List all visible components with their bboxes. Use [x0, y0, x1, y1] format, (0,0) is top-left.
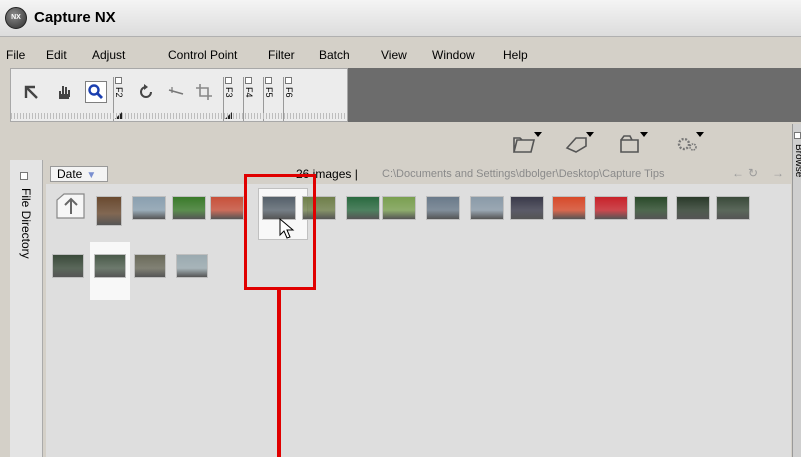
sidebar-label: File Directory	[19, 188, 33, 259]
f3-key-label: F3	[224, 87, 234, 98]
rotate-icon[interactable]	[135, 81, 157, 103]
dropdown-arrow-icon[interactable]	[586, 132, 594, 137]
menu-control-point[interactable]: Control Point	[168, 48, 237, 62]
panel-toggle-icon[interactable]	[20, 172, 28, 180]
f4-key-label: F4	[244, 87, 254, 98]
image-thumbnail[interactable]	[346, 196, 380, 220]
browser-action-bar	[490, 124, 720, 164]
gear-icon[interactable]	[674, 132, 704, 158]
image-thumbnail[interactable]	[132, 196, 166, 220]
highlight-annotation-line	[277, 290, 281, 457]
image-thumbnail[interactable]	[176, 254, 208, 278]
sort-dropdown[interactable]: Date ▼	[50, 166, 108, 182]
image-thumbnail[interactable]	[210, 196, 244, 220]
menu-bar: File Edit Adjust Control Point Filter Ba…	[0, 45, 801, 65]
menu-adjust[interactable]: Adjust	[92, 48, 125, 62]
image-thumbnail[interactable]	[172, 196, 206, 220]
app-logo-icon: NX	[5, 7, 27, 29]
panel-toggle-icon[interactable]	[225, 77, 232, 84]
image-thumbnail[interactable]	[634, 196, 668, 220]
folder-path: C:\Documents and Settings\dbolger\Deskto…	[382, 168, 665, 180]
image-thumbnail[interactable]	[676, 196, 710, 220]
tool-palette: F2 F3 F4 F5 F6	[10, 68, 348, 122]
menu-batch[interactable]: Batch	[319, 48, 350, 62]
zoom-icon[interactable]	[85, 81, 107, 103]
crop-icon[interactable]	[193, 81, 215, 103]
menu-help[interactable]: Help	[503, 48, 528, 62]
sort-label: Date	[57, 167, 83, 181]
f5-key-label: F5	[264, 87, 274, 98]
dropdown-arrow-icon[interactable]	[696, 132, 704, 137]
menu-window[interactable]: Window	[432, 48, 475, 62]
file-directory-sidebar[interactable]: File Directory	[10, 160, 43, 457]
hand-icon[interactable]	[53, 81, 75, 103]
image-thumbnail[interactable]	[470, 196, 504, 220]
menu-edit[interactable]: Edit	[46, 48, 67, 62]
forward-arrow-icon[interactable]: →	[772, 166, 784, 180]
image-thumbnail[interactable]	[94, 254, 126, 278]
window-title: Capture NX	[34, 9, 116, 26]
back-arrow-icon[interactable]: ←	[732, 166, 744, 180]
toolbar-dock-area	[348, 68, 801, 122]
dropdown-arrow-icon[interactable]	[534, 132, 542, 137]
panel-toggle-icon[interactable]	[245, 77, 252, 84]
highlight-annotation-box	[244, 174, 316, 290]
browser-side-tab[interactable]: Browse	[792, 124, 801, 457]
image-thumbnail[interactable]	[594, 196, 628, 220]
panel-toggle-icon[interactable]	[115, 77, 122, 84]
image-thumbnail[interactable]	[552, 196, 586, 220]
up-folder-icon[interactable]	[54, 190, 88, 222]
image-thumbnail[interactable]	[716, 196, 750, 220]
f6-key-label: F6	[284, 87, 294, 98]
browser-header: Date ▼ 26 images | C:\Documents and Setti…	[46, 166, 791, 184]
image-thumbnail[interactable]	[510, 196, 544, 220]
f2-key-label: F2	[114, 87, 124, 98]
image-thumbnail[interactable]	[426, 196, 460, 220]
dropdown-arrow-icon[interactable]	[640, 132, 648, 137]
image-thumbnail[interactable]	[96, 196, 122, 226]
open-folder-icon[interactable]	[512, 132, 542, 158]
tag-icon[interactable]	[564, 132, 594, 158]
menu-file[interactable]: File	[6, 48, 25, 62]
image-thumbnail[interactable]	[382, 196, 416, 220]
panel-toggle-icon[interactable]	[265, 77, 272, 84]
menu-filter[interactable]: Filter	[268, 48, 295, 62]
filter-funnel-icon: ▼	[86, 170, 97, 181]
title-bar: NX Capture NX	[0, 0, 801, 37]
image-thumbnail[interactable]	[52, 254, 84, 278]
panel-toggle-icon[interactable]	[794, 132, 801, 139]
menu-view[interactable]: View	[381, 48, 407, 62]
side-tab-label: Browse	[793, 144, 801, 178]
image-browser	[46, 184, 791, 457]
toolbar-grip[interactable]	[11, 113, 347, 119]
refresh-icon[interactable]: ↻	[748, 166, 758, 180]
image-thumbnail[interactable]	[134, 254, 166, 278]
arrow-pointer-icon[interactable]	[21, 81, 43, 103]
panel-toggle-icon[interactable]	[285, 77, 292, 84]
straighten-icon[interactable]	[165, 81, 187, 103]
folder-save-icon[interactable]	[618, 132, 648, 158]
